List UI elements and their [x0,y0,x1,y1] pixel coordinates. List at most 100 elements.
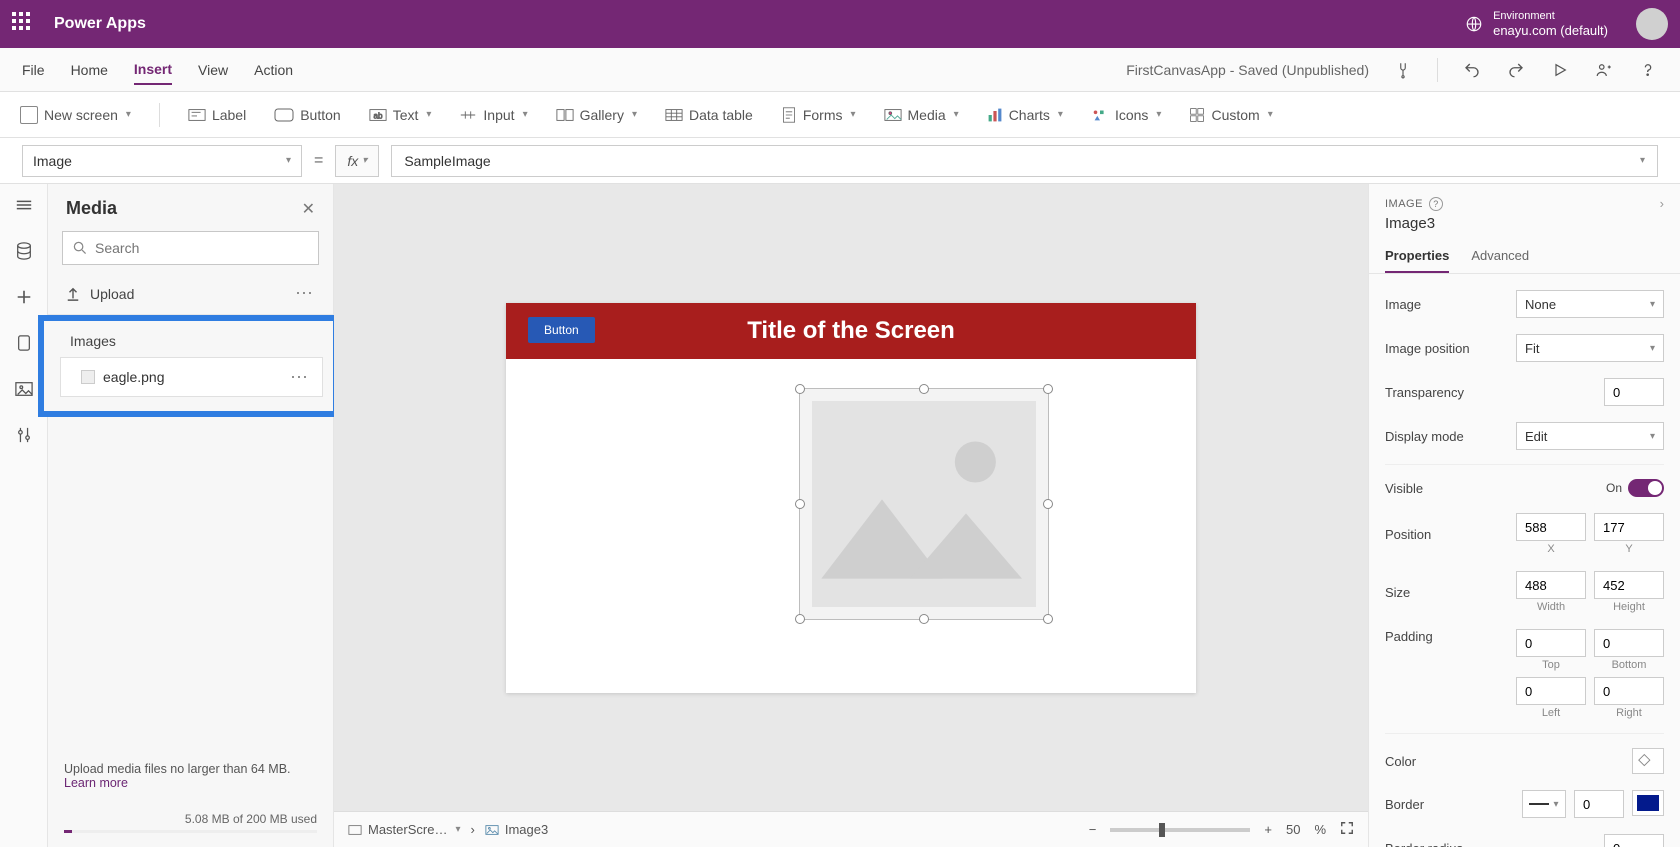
undo-icon[interactable] [1462,60,1482,80]
border-style-select[interactable]: ▾ [1522,790,1566,818]
ribbon-icons[interactable]: Icons▾ [1091,107,1162,123]
prop-size-label: Size [1385,585,1410,600]
fit-screen-icon[interactable] [1340,821,1354,838]
tab-properties[interactable]: Properties [1385,240,1449,273]
zoom-slider[interactable] [1110,828,1250,832]
menu-file[interactable]: File [22,56,45,84]
more-icon[interactable]: ⋯ [295,283,315,304]
media-panel: Media ✕ Upload ⋯ Images eagle.png ⋯ [48,184,334,847]
prop-imagepos-select[interactable]: Fit▾ [1516,334,1664,362]
prop-image-label: Image [1385,297,1421,312]
ribbon-forms[interactable]: Forms▾ [781,107,856,123]
border-width-input[interactable] [1574,790,1624,818]
zoom-out-icon[interactable]: − [1089,822,1097,837]
close-icon[interactable]: ✕ [302,199,315,219]
app-launcher-icon[interactable] [12,12,36,36]
document-status: FirstCanvasApp - Saved (Unpublished) [1126,62,1369,78]
prop-transparency-input[interactable] [1604,378,1664,406]
menu-home[interactable]: Home [71,56,108,84]
position-y-input[interactable] [1594,513,1664,541]
tab-advanced[interactable]: Advanced [1471,240,1529,273]
menu-view[interactable]: View [198,56,228,84]
size-height-input[interactable] [1594,571,1664,599]
insert-plus-icon[interactable] [13,286,35,308]
forms-icon [781,107,797,123]
ribbon-text[interactable]: abText▾ [369,107,432,123]
color-swatch[interactable] [1632,748,1664,774]
upload-icon [66,286,80,302]
environment-picker[interactable]: Environment enayu.com (default) [1465,10,1608,39]
ribbon-new-screen[interactable]: New screen▾ [20,106,131,124]
app-screen[interactable]: Button Title of the Screen [506,303,1196,693]
help-icon[interactable] [1638,60,1658,80]
ribbon-charts[interactable]: Charts▾ [987,107,1063,123]
learn-more-link[interactable]: Learn more [64,776,128,790]
padding-left-input[interactable] [1516,677,1586,705]
help-icon[interactable]: ? [1429,197,1443,211]
resize-handle[interactable] [1043,614,1053,624]
size-width-input[interactable] [1516,571,1586,599]
ribbon-media[interactable]: Media▾ [884,107,959,123]
image-placeholder-icon [812,401,1036,607]
border-color-swatch[interactable] [1632,790,1664,816]
padding-bottom-input[interactable] [1594,629,1664,657]
advanced-tools-icon[interactable] [13,424,35,446]
formula-input[interactable]: SampleImage ▾ [391,145,1658,177]
position-x-input[interactable] [1516,513,1586,541]
padding-right-input[interactable] [1594,677,1664,705]
redo-icon[interactable] [1506,60,1526,80]
resize-handle[interactable] [1043,384,1053,394]
image-control[interactable] [799,388,1049,620]
zoom-unit: % [1314,822,1326,837]
tree-view-icon[interactable] [13,194,35,216]
ribbon-data-table[interactable]: Data table [665,107,753,123]
media-rail-icon[interactable] [13,378,35,400]
upload-button[interactable]: Upload [66,286,134,302]
breadcrumb-control[interactable]: Image3 [485,822,548,837]
file-more-icon[interactable]: ⋯ [290,367,310,388]
ribbon-label[interactable]: Label [188,107,246,123]
chevron-down-icon: ▾ [1640,155,1645,166]
search-input[interactable] [95,240,308,256]
play-icon[interactable] [1550,60,1570,80]
padding-top-input[interactable] [1516,629,1586,657]
share-icon[interactable] [1594,60,1614,80]
images-group-label[interactable]: Images [60,333,323,357]
prop-displaymode-select[interactable]: Edit▾ [1516,422,1664,450]
media-search[interactable] [62,231,319,265]
menu-insert[interactable]: Insert [134,55,172,85]
resize-handle[interactable] [795,384,805,394]
ribbon-button[interactable]: Button [274,107,340,123]
ribbon-input[interactable]: Input▾ [459,107,527,123]
breadcrumb-screen[interactable]: MasterScre…▾ [348,822,461,837]
border-radius-input[interactable] [1604,834,1664,847]
ribbon-custom[interactable]: Custom▾ [1189,107,1272,123]
media-file-item[interactable]: eagle.png ⋯ [60,357,323,397]
ribbon-gallery[interactable]: Gallery▾ [556,107,637,123]
prop-visible-label: Visible [1385,481,1423,496]
prop-position-label: Position [1385,527,1431,542]
formula-bar: Image ▾ = fx▾ SampleImage ▾ [0,138,1680,184]
control-name[interactable]: Image3 [1369,215,1680,240]
menu-action[interactable]: Action [254,56,293,84]
app-checker-icon[interactable] [1393,60,1413,80]
resize-handle[interactable] [795,614,805,624]
resize-handle[interactable] [795,499,805,509]
data-icon[interactable] [13,240,35,262]
avatar[interactable] [1636,8,1668,40]
fx-button[interactable]: fx▾ [335,145,379,177]
text-icon: ab [369,108,387,122]
prop-image-select[interactable]: None▾ [1516,290,1664,318]
database-icon[interactable] [13,332,35,354]
zoom-in-icon[interactable]: + [1264,822,1272,837]
resize-handle[interactable] [1043,499,1053,509]
properties-panel: IMAGE? › Image3 Properties Advanced Imag… [1368,184,1680,847]
resize-handle[interactable] [919,384,929,394]
screen-icon [348,824,362,836]
media-panel-title: Media [66,198,117,219]
resize-handle[interactable] [919,614,929,624]
chevron-right-icon[interactable]: › [1660,196,1664,211]
header-button[interactable]: Button [528,317,595,343]
property-dropdown[interactable]: Image ▾ [22,145,302,177]
visible-toggle[interactable] [1628,479,1664,497]
